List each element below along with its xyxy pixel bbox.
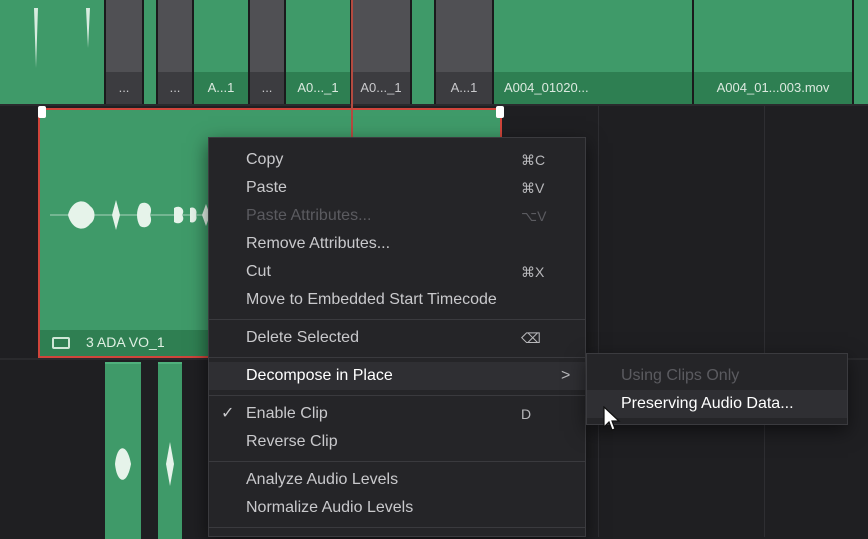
context-menu: Copy ⌘C Paste ⌘V Paste Attributes... ⌥V … [208, 137, 586, 537]
mouse-pointer-icon [603, 406, 621, 431]
menu-separator [209, 395, 585, 396]
menu-item-label: Analyze Audio Levels [246, 471, 399, 488]
menu-separator [209, 319, 585, 320]
menu-shortcut: ⌘V [521, 180, 545, 196]
menu-item-label: Cut [246, 263, 271, 280]
menu-item-label: Delete Selected [246, 329, 359, 346]
timeline-clip[interactable]: ... [158, 0, 192, 104]
video-track: ... ... A...1 ... A0..._1 A0..._1 A...1 … [0, 0, 868, 104]
waveform [34, 8, 90, 68]
delete-key-icon: ⌫ [521, 330, 541, 346]
track-divider [0, 104, 868, 106]
menu-shortcut: ⌘C [521, 152, 546, 168]
menu-item-normalize-audio-levels[interactable]: Normalize Audio Levels [209, 494, 585, 522]
timeline-clip[interactable] [105, 362, 141, 539]
menu-item-label: Move to Embedded Start Timecode [246, 291, 497, 308]
menu-item-label: Normalize Audio Levels [246, 499, 414, 516]
menu-item-cut[interactable]: Cut ⌘X [209, 258, 585, 286]
timeline-clip[interactable]: A...1 [436, 0, 492, 104]
menu-item-remove-attributes[interactable]: Remove Attributes... [209, 230, 585, 258]
checkmark-icon: ✓ [221, 405, 235, 422]
timeline-clip[interactable]: A004_01020... [494, 0, 692, 104]
clip-label: ... [106, 72, 142, 104]
menu-item-label: Using Clips Only [621, 367, 740, 384]
timeline-clip[interactable]: A0..._1 [286, 0, 350, 104]
grid-line [764, 106, 765, 356]
trim-handle-right[interactable] [496, 106, 504, 118]
menu-shortcut: ⌘X [521, 264, 545, 280]
clip-label: ... [158, 72, 192, 104]
menu-item-decompose-in-place[interactable]: Decompose in Place > [209, 362, 585, 390]
menu-item-move-to-timecode[interactable]: Move to Embedded Start Timecode [209, 286, 585, 314]
menu-item-label: Paste Attributes... [246, 207, 372, 224]
timeline-clip[interactable]: ... [250, 0, 284, 104]
clip-label: A0..._1 [352, 72, 410, 104]
menu-separator [209, 357, 585, 358]
menu-item-label: Paste [246, 179, 287, 196]
menu-item-label: Remove Attributes... [246, 235, 391, 252]
clip-label: ... [250, 72, 284, 104]
chevron-right-icon: > [561, 367, 571, 384]
timeline-clip[interactable] [854, 0, 868, 104]
menu-shortcut: D [521, 406, 532, 422]
decompose-submenu: Using Clips Only Preserving Audio Data..… [586, 353, 848, 425]
menu-item-label: Preserving Audio Data... [621, 395, 794, 412]
menu-separator [209, 527, 585, 528]
timeline-clip[interactable]: A...1 [194, 0, 248, 104]
timeline-clip[interactable] [0, 0, 104, 104]
menu-item-delete-selected[interactable]: Delete Selected ⌫ [209, 324, 585, 352]
trim-handle-left[interactable] [38, 106, 46, 118]
timeline-clip[interactable]: ... [106, 0, 142, 104]
menu-item-reverse-clip[interactable]: Reverse Clip [209, 428, 585, 456]
menu-item-enable-clip[interactable]: ✓ Enable Clip D [209, 400, 585, 428]
submenu-item-using-clips-only: Using Clips Only [587, 362, 847, 390]
timeline-clip[interactable] [412, 0, 434, 104]
clip-label: A004_01020... [494, 72, 692, 104]
clip-name: 3 ADA VO_1 [86, 334, 165, 350]
clip-layers-icon [52, 337, 70, 349]
grid-line [598, 106, 599, 356]
waveform [166, 442, 174, 486]
menu-item-analyze-audio-levels[interactable]: Analyze Audio Levels [209, 466, 585, 494]
menu-item-copy[interactable]: Copy ⌘C [209, 146, 585, 174]
menu-item-label: Enable Clip [246, 405, 328, 422]
menu-item-label: Copy [246, 151, 284, 168]
timeline-clip[interactable]: A0..._1 [352, 0, 410, 104]
waveform [115, 448, 131, 480]
menu-item-paste[interactable]: Paste ⌘V [209, 174, 585, 202]
timeline-clip[interactable] [144, 0, 156, 104]
submenu-item-preserving-audio-data[interactable]: Preserving Audio Data... [587, 390, 847, 418]
menu-item-label: Reverse Clip [246, 433, 338, 450]
timeline-clip[interactable] [158, 362, 182, 539]
clip-label: A0..._1 [286, 72, 350, 104]
menu-separator [209, 461, 585, 462]
clip-label: A004_01...003.mov [694, 72, 852, 104]
menu-shortcut: ⌥V [521, 208, 547, 224]
clip-label: A...1 [436, 72, 492, 104]
timeline-clip[interactable]: A004_01...003.mov [694, 0, 852, 104]
clip-label: A...1 [194, 72, 248, 104]
menu-item-label: Decompose in Place [246, 367, 393, 384]
menu-item-paste-attributes: Paste Attributes... ⌥V [209, 202, 585, 230]
